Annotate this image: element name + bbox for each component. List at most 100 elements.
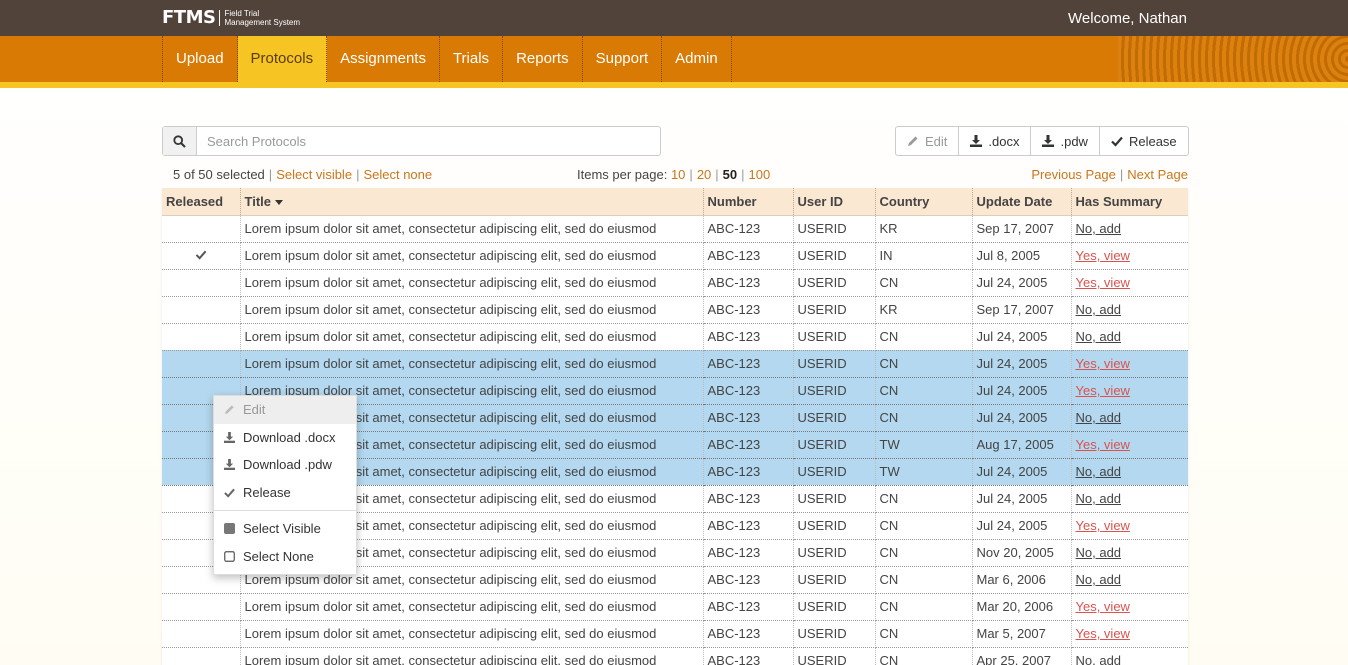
- cell-country: CN: [875, 566, 973, 594]
- select-visible-link[interactable]: Select visible: [276, 167, 352, 182]
- add-summary-link[interactable]: No, add: [1076, 302, 1122, 317]
- ctx-download-pdw-label: Download .pdw: [243, 457, 332, 473]
- table-row[interactable]: Lorem ipsum dolor sit amet, consectetur …: [162, 620, 1188, 648]
- app-logo[interactable]: FTMS Field Trial Management System: [162, 7, 300, 28]
- view-summary-link[interactable]: Yes, view: [1076, 275, 1130, 290]
- per-page-20[interactable]: 20: [697, 167, 711, 182]
- cell-number: ABC-123: [703, 647, 794, 665]
- download-docx-button[interactable]: .docx: [958, 126, 1032, 156]
- cell-number: ABC-123: [703, 620, 794, 648]
- add-summary-link[interactable]: No, add: [1076, 653, 1122, 665]
- cell-update-date: Jul 24, 2005: [972, 377, 1072, 405]
- cell-has-summary: No, add: [1071, 647, 1188, 665]
- per-page-10[interactable]: 10: [671, 167, 685, 182]
- col-title[interactable]: Title: [240, 188, 704, 216]
- col-user-id[interactable]: User ID: [793, 188, 876, 216]
- cell-has-summary: Yes, view: [1071, 431, 1188, 459]
- col-country[interactable]: Country: [875, 188, 973, 216]
- cell-number: ABC-123: [703, 539, 794, 567]
- download-icon: [970, 135, 983, 147]
- view-summary-link[interactable]: Yes, view: [1076, 437, 1130, 452]
- cell-country: TW: [875, 431, 973, 459]
- nav-trials[interactable]: Trials: [440, 36, 504, 82]
- cell-user-id: USERID: [793, 431, 876, 459]
- cell-country: CN: [875, 539, 973, 567]
- items-per-page: Items per page: 10 | 20 | 50 | 100: [577, 167, 771, 182]
- add-summary-link[interactable]: No, add: [1076, 572, 1122, 587]
- release-button[interactable]: Release: [1098, 126, 1189, 156]
- add-summary-link[interactable]: No, add: [1076, 464, 1122, 479]
- ctx-edit[interactable]: Edit: [214, 396, 356, 424]
- select-none-link[interactable]: Select none: [363, 167, 432, 182]
- table-row[interactable]: Lorem ipsum dolor sit amet, consectetur …: [162, 296, 1188, 324]
- col-has-summary[interactable]: Has Summary: [1071, 188, 1188, 216]
- view-summary-link[interactable]: Yes, view: [1076, 383, 1130, 398]
- edit-button[interactable]: Edit: [895, 126, 960, 156]
- cell-released: [162, 620, 241, 648]
- nav-protocols[interactable]: Protocols: [237, 36, 328, 82]
- ctx-select-none[interactable]: Select None: [214, 543, 356, 571]
- search-button[interactable]: [163, 127, 197, 155]
- nav-support[interactable]: Support: [583, 36, 663, 82]
- table-row[interactable]: Lorem ipsum dolor sit amet, consectetur …: [162, 593, 1188, 621]
- previous-page-link[interactable]: Previous Page: [1031, 167, 1116, 182]
- cell-country: CN: [875, 350, 973, 378]
- ctx-divider: [214, 510, 356, 511]
- add-summary-link[interactable]: No, add: [1076, 491, 1122, 506]
- nav-assignments[interactable]: Assignments: [327, 36, 440, 82]
- download-pdw-label: .pdw: [1060, 133, 1088, 149]
- col-update-date[interactable]: Update Date: [972, 188, 1072, 216]
- view-summary-link[interactable]: Yes, view: [1076, 248, 1130, 263]
- table-header-row: Released Title Number User ID Country Up…: [162, 188, 1188, 216]
- cell-update-date: Mar 6, 2006: [972, 566, 1072, 594]
- view-summary-link[interactable]: Yes, view: [1076, 626, 1130, 641]
- cell-has-summary: No, add: [1071, 485, 1188, 513]
- nav-upload[interactable]: Upload: [163, 36, 238, 82]
- context-menu: Edit Download .docx Download .pdw Releas…: [213, 395, 357, 575]
- cell-released: [162, 323, 241, 351]
- cell-title: Lorem ipsum dolor sit amet, consectetur …: [240, 296, 704, 324]
- add-summary-link[interactable]: No, add: [1076, 410, 1122, 425]
- cell-number: ABC-123: [703, 593, 794, 621]
- ctx-select-visible[interactable]: Select Visible: [214, 515, 356, 543]
- per-page-50[interactable]: 50: [723, 167, 737, 182]
- table-row[interactable]: Lorem ipsum dolor sit amet, consectetur …: [162, 350, 1188, 378]
- cell-has-summary: Yes, view: [1071, 620, 1188, 648]
- ctx-download-docx[interactable]: Download .docx: [214, 424, 356, 452]
- cell-update-date: Sep 17, 2007: [972, 215, 1072, 243]
- col-number[interactable]: Number: [703, 188, 794, 216]
- add-summary-link[interactable]: No, add: [1076, 545, 1122, 560]
- nav-admin[interactable]: Admin: [662, 36, 732, 82]
- add-summary-link[interactable]: No, add: [1076, 329, 1122, 344]
- logo-divider: [219, 9, 221, 26]
- cell-user-id: USERID: [793, 404, 876, 432]
- cell-number: ABC-123: [703, 350, 794, 378]
- ctx-download-pdw[interactable]: Download .pdw: [214, 451, 356, 479]
- table-row[interactable]: Lorem ipsum dolor sit amet, consectetur …: [162, 215, 1188, 243]
- download-pdw-button[interactable]: .pdw: [1030, 126, 1100, 156]
- next-page-link[interactable]: Next Page: [1127, 167, 1188, 182]
- nav-stripe: [0, 82, 1348, 88]
- add-summary-link[interactable]: No, add: [1076, 221, 1122, 236]
- cell-number: ABC-123: [703, 215, 794, 243]
- nav-reports[interactable]: Reports: [503, 36, 583, 82]
- view-summary-link[interactable]: Yes, view: [1076, 599, 1130, 614]
- col-released[interactable]: Released: [162, 188, 241, 216]
- cell-has-summary: Yes, view: [1071, 242, 1188, 270]
- cell-has-summary: No, add: [1071, 323, 1188, 351]
- cell-released: [162, 269, 241, 297]
- search-input[interactable]: [197, 127, 660, 155]
- view-summary-link[interactable]: Yes, view: [1076, 356, 1130, 371]
- cell-has-summary: No, add: [1071, 539, 1188, 567]
- view-summary-link[interactable]: Yes, view: [1076, 518, 1130, 533]
- ctx-release[interactable]: Release: [214, 479, 356, 507]
- table-row[interactable]: Lorem ipsum dolor sit amet, consectetur …: [162, 242, 1188, 270]
- per-page-100[interactable]: 100: [749, 167, 771, 182]
- table-row[interactable]: Lorem ipsum dolor sit amet, consectetur …: [162, 269, 1188, 297]
- cell-released: [162, 350, 241, 378]
- table-row[interactable]: Lorem ipsum dolor sit amet, consectetur …: [162, 647, 1188, 665]
- cell-country: CN: [875, 269, 973, 297]
- cell-country: CN: [875, 485, 973, 513]
- cell-title: Lorem ipsum dolor sit amet, consectetur …: [240, 620, 704, 648]
- table-row[interactable]: Lorem ipsum dolor sit amet, consectetur …: [162, 323, 1188, 351]
